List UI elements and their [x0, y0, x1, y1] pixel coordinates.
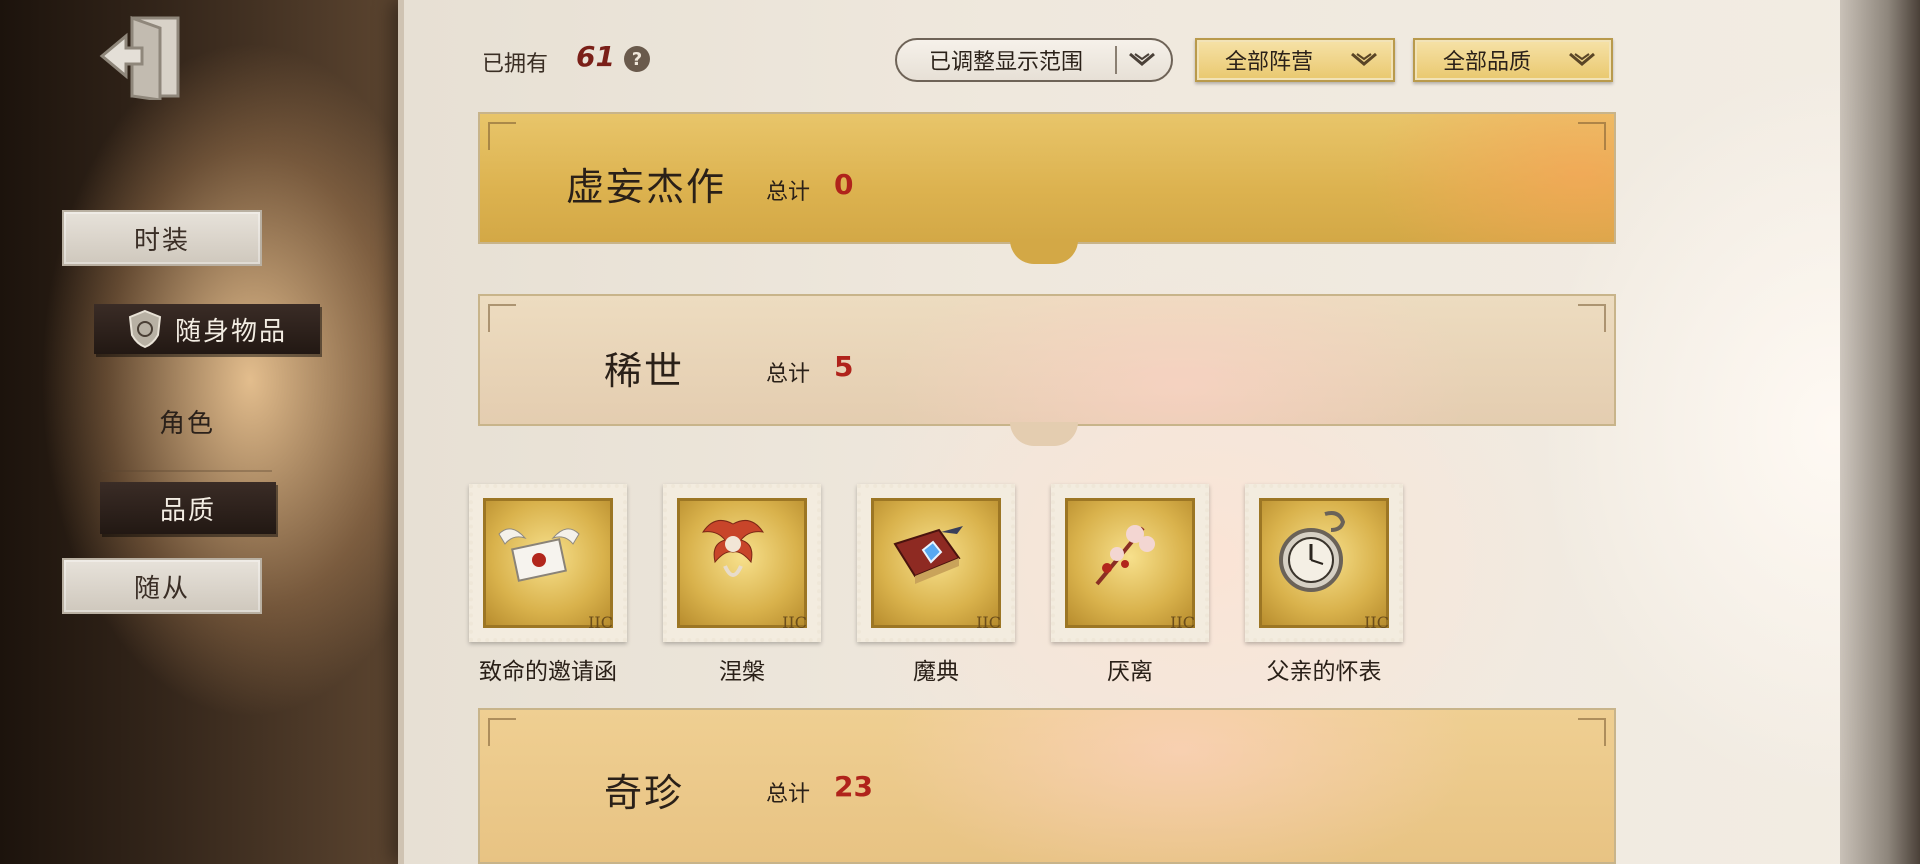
display-range-label: 已调整显示范围 — [929, 50, 1084, 75]
chevron-down-icon — [1569, 52, 1595, 66]
item-card[interactable]: IIC 涅槃 — [662, 484, 822, 685]
category-total-label: 总计 — [766, 362, 811, 387]
category-title: 奇珍 — [604, 771, 685, 815]
quality-dropdown[interactable]: 全部品质 — [1413, 38, 1613, 82]
item-name: 厌离 — [1107, 659, 1153, 685]
faction-label: 全部阵营 — [1225, 50, 1314, 75]
corner-ornament — [488, 304, 516, 332]
category-total-value: 0 — [834, 168, 854, 201]
panel-edge — [1840, 0, 1920, 864]
dropdown-separator — [1115, 46, 1117, 74]
item-stamp: IIC — [469, 484, 627, 642]
chevron-down-icon — [1129, 52, 1155, 66]
category-total-label: 总计 — [766, 782, 811, 807]
category-total-value: 23 — [834, 770, 873, 803]
shield-icon — [128, 309, 162, 349]
display-range-dropdown[interactable]: 已调整显示范围 — [895, 38, 1173, 82]
item-name: 致命的邀请函 — [479, 659, 617, 685]
corner-ornament — [488, 122, 516, 150]
item-card[interactable]: IIC 魔典 — [856, 484, 1016, 685]
quality-label: 全部品质 — [1443, 50, 1532, 75]
owned-label: 已拥有 — [482, 52, 549, 77]
category-title: 虚妄杰作 — [566, 165, 727, 209]
spellbook-icon — [893, 526, 963, 584]
category-total-label: 总计 — [766, 180, 811, 205]
sidebar-item-character[interactable]: 角色 — [102, 396, 272, 446]
item-name: 父亲的怀表 — [1266, 659, 1382, 685]
category-total-value: 5 — [834, 350, 854, 383]
corner-ornament — [488, 718, 516, 746]
sidebar-item-label: 随身物品 — [174, 316, 287, 347]
item-card[interactable]: IIC 厌离 — [1050, 484, 1210, 685]
item-stamp: IIC — [857, 484, 1015, 642]
faction-dropdown[interactable]: 全部阵营 — [1195, 38, 1395, 82]
help-icon[interactable]: ? — [624, 46, 650, 72]
stamp-mark: IIC — [1364, 613, 1389, 632]
chevron-down-icon — [1351, 52, 1377, 66]
stamp-mark: IIC — [588, 613, 613, 632]
stamp-mark: IIC — [782, 613, 807, 632]
sidebar-item-costume[interactable]: 时装 — [62, 210, 262, 266]
item-stamp: IIC — [663, 484, 821, 642]
stamp-mark: IIC — [1170, 613, 1195, 632]
owned-count: 61 — [576, 40, 615, 73]
sidebar-item-label: 随从 — [133, 573, 190, 604]
sidebar-item-label: 品质 — [159, 495, 216, 526]
stamp-mark: IIC — [976, 613, 1001, 632]
category-title: 稀世 — [604, 349, 685, 393]
divider — [102, 470, 272, 472]
sidebar-item-follower[interactable]: 随从 — [62, 558, 262, 614]
winged-letter-icon — [498, 528, 580, 582]
phoenix-icon — [701, 519, 765, 577]
category-banner-rare[interactable]: 稀世 总计 5 — [478, 294, 1616, 446]
corner-ornament — [1578, 122, 1606, 150]
item-name: 涅槃 — [719, 659, 765, 685]
pocket-watch-icon — [1279, 511, 1346, 592]
item-stamp: IIC — [1245, 484, 1403, 642]
corner-ornament — [1578, 718, 1606, 746]
item-name: 魔典 — [913, 659, 959, 685]
sidebar-item-label: 角色 — [158, 408, 215, 439]
sidebar-item-label: 时装 — [133, 225, 190, 256]
item-card[interactable]: IIC 父亲的怀表 — [1244, 484, 1404, 685]
corner-ornament — [1578, 304, 1606, 332]
item-card[interactable]: IIC 致命的邀请函 — [468, 484, 628, 685]
sidebar-item-accessories[interactable]: 随身物品 — [94, 304, 320, 354]
category-banner-exotic[interactable]: 奇珍 总计 23 — [478, 708, 1616, 864]
item-stamp: IIC — [1051, 484, 1209, 642]
category-banner-masterpiece[interactable]: 虚妄杰作 总计 0 — [478, 112, 1616, 264]
exit-icon[interactable] — [98, 14, 182, 100]
blossom-branch-icon — [1095, 525, 1155, 586]
sidebar-item-quality[interactable]: 品质 — [100, 482, 276, 534]
